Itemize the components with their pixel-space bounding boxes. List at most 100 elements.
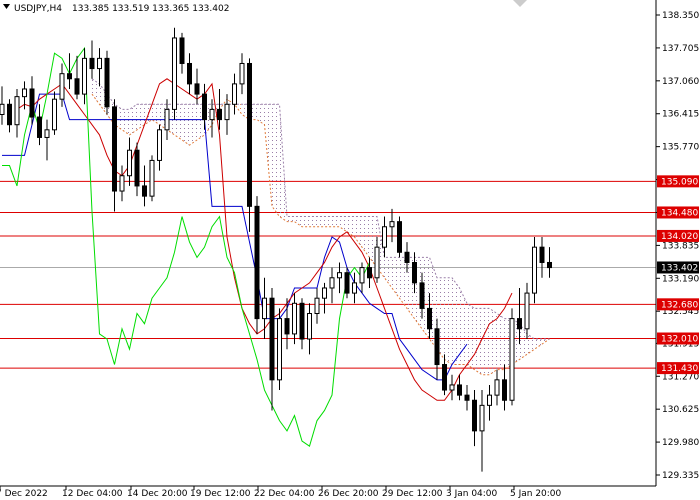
candle [22,88,27,98]
candle [157,129,162,161]
candle [502,379,507,401]
cloud-segment [92,78,100,105]
candle [67,73,72,80]
candle [187,62,192,85]
price-tick-label: 129.335 [662,471,699,481]
candle [299,302,305,340]
cloud-segment [257,104,265,125]
candle [457,384,462,396]
cloud-segment [309,216,317,227]
cloud-segment [189,104,197,146]
candle [509,318,515,401]
price-tick-label: 133.835 [662,241,699,251]
price-axis-ticks: 138.350137.705137.060136.415135.770135.1… [656,11,699,481]
candle [374,246,380,279]
candle [7,103,12,126]
candle [59,73,65,100]
cloud-segment [362,216,370,258]
candle [74,78,80,95]
cloud-segment [489,308,497,375]
level-price-label: 132.680 [661,300,698,310]
candle [359,267,365,284]
level-price-label: 135.090 [661,177,698,187]
ohlc-values: 133.385 133.519 133.365 133.402 [72,4,229,14]
level-price-label: 132.010 [661,335,698,345]
price-tick-label: 133.190 [662,274,699,284]
cloud-segment [332,216,340,227]
chart-window[interactable]: 138.350137.705137.060136.415135.770135.1… [0,0,700,500]
candle [172,37,177,110]
cloud-segment [452,277,460,365]
candle [37,116,42,138]
horizontal-levels [0,180,656,369]
cloud-segment [534,339,542,350]
time-tick-label: 22 Dec 04:00 [254,489,315,499]
candle [97,57,102,70]
level-price-label: 134.480 [661,208,698,218]
candle [307,313,312,340]
cloud-segment [392,257,400,299]
candle [352,282,357,294]
symbol-timeframe: USDJPY,H4 [14,4,62,14]
cloud-segment [482,308,490,375]
candle [104,57,110,108]
cloud-segment [444,277,452,365]
candle [89,57,95,70]
candle [29,88,35,118]
candle [254,205,260,320]
candle [412,261,417,284]
cloud-segment [339,216,347,232]
time-tick-label: 3 Jan 04:00 [446,489,498,499]
price-tick-label: 130.625 [662,405,699,415]
cloud-segment [497,313,505,370]
price-tick-label: 138.350 [662,11,699,21]
diamond-icon [513,0,527,7]
time-tick-label: 7 Dec 2022 [0,489,48,499]
candles [0,27,552,472]
cloud-segment [302,216,310,227]
candle [284,318,290,335]
price-chart[interactable]: 138.350137.705137.060136.415135.770135.1… [0,0,700,500]
candle [539,246,545,263]
candle [262,297,267,320]
candle [149,159,155,197]
candle [164,108,170,131]
candle [217,108,222,121]
candle [0,103,5,116]
candle [532,246,537,294]
candle [442,364,447,391]
candle [119,175,125,192]
candle [404,251,410,263]
candle [44,129,50,138]
candle [472,399,477,432]
cloud-segment [354,216,362,248]
price-tick-label: 136.415 [662,110,699,120]
cloud-segment [182,104,190,146]
price-tick-label: 137.705 [662,44,699,54]
candle [434,328,440,366]
cloud-segment [264,104,272,207]
plot-area[interactable] [0,27,552,472]
candle [194,83,200,95]
candle [322,287,327,299]
time-tick-label: 5 Jan 20:00 [510,489,562,499]
ichimoku-cloud [91,78,550,376]
cloud-segment [287,216,295,222]
candle [329,277,335,289]
candle [14,96,20,126]
candle [494,379,500,396]
level-price-label: 134.020 [661,232,698,242]
candle [524,292,530,330]
candle [419,282,425,309]
candle [427,307,432,330]
triangle-down-icon[interactable] [3,4,10,9]
time-tick-label: 26 Dec 20:00 [318,489,379,499]
price-tick-label: 129.980 [662,438,699,448]
cloud-segment [152,104,160,125]
time-tick-label: 12 Dec 04:00 [62,489,123,499]
cloud-segment [324,216,332,227]
candle [382,226,387,248]
candle [397,221,402,253]
candle [547,261,552,269]
cloud-segment [294,216,302,227]
